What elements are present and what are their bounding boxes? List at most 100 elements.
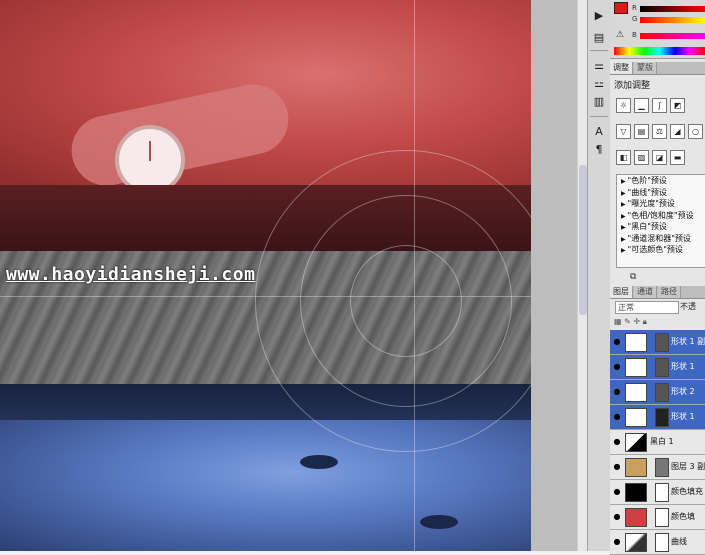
layer-row[interactable]: ● 颜色填充 bbox=[610, 480, 705, 505]
preset-item[interactable]: "曲线"预设 bbox=[617, 187, 705, 199]
layer-row[interactable]: ● 图层 3 副 bbox=[610, 455, 705, 480]
document-image[interactable]: www.haoyidiansheji.com bbox=[0, 0, 531, 551]
posterize-icon[interactable]: ▨ bbox=[634, 150, 649, 165]
blue-slider[interactable] bbox=[640, 33, 705, 39]
layer-row[interactable]: ● 形状 1 bbox=[610, 355, 705, 380]
adjustment-icons-row-3: ◧ ▨ ◪ ▬ bbox=[616, 150, 704, 166]
presets-footer-icon[interactable]: ⧉ bbox=[630, 272, 636, 282]
red-channel-label: R bbox=[632, 4, 637, 12]
preset-item[interactable]: "色阶"预设 bbox=[617, 175, 705, 187]
vector-mask-thumbnail bbox=[655, 383, 669, 402]
levels-icon[interactable]: ▁ bbox=[634, 98, 649, 113]
photo-filter-icon[interactable]: ○ bbox=[688, 124, 703, 139]
preset-item[interactable]: "曝光度"预设 bbox=[617, 198, 705, 210]
color-panel: R G ⚠ B bbox=[610, 0, 705, 59]
visibility-eye-icon[interactable]: ● bbox=[612, 512, 622, 522]
vector-mask-thumbnail bbox=[655, 333, 669, 352]
layer-name: 形状 1 bbox=[671, 362, 695, 371]
layer-name: 形状 1 副 bbox=[671, 337, 705, 346]
visibility-eye-icon[interactable]: ● bbox=[612, 537, 622, 547]
layer-name: 颜色填 bbox=[671, 512, 695, 521]
layer-mask-thumbnail bbox=[655, 508, 669, 527]
brush-presets-icon[interactable]: ⚌ bbox=[591, 58, 607, 74]
layer-thumbnail bbox=[625, 333, 647, 352]
black-white-icon[interactable]: ◢ bbox=[670, 124, 685, 139]
clone-source-icon[interactable]: ▥ bbox=[591, 94, 607, 110]
visibility-eye-icon[interactable]: ● bbox=[612, 337, 622, 347]
guide-line-vertical bbox=[414, 0, 415, 551]
green-slider[interactable] bbox=[640, 17, 705, 23]
layer-name: 黑白 1 bbox=[650, 437, 674, 446]
foreground-color-swatch[interactable] bbox=[614, 2, 628, 14]
tab-paths[interactable]: 路径 bbox=[658, 286, 681, 298]
threshold-icon[interactable]: ◪ bbox=[652, 150, 667, 165]
vibrance-icon[interactable]: ▽ bbox=[616, 124, 631, 139]
document-canvas-area[interactable]: www.haoyidiansheji.com bbox=[0, 0, 577, 551]
adjustment-presets-list: "色阶"预设 "曲线"预设 "曝光度"预设 "色相/饱和度"预设 "黑白"预设 … bbox=[616, 174, 705, 268]
paragraph-icon[interactable]: ¶ bbox=[591, 142, 607, 158]
preset-item[interactable]: "可选颜色"预设 bbox=[617, 244, 705, 256]
guide-line-horizontal bbox=[0, 296, 531, 297]
fill-layer-thumbnail bbox=[625, 508, 647, 527]
red-slider[interactable] bbox=[640, 6, 705, 12]
gamut-warning-icon[interactable]: ⚠ bbox=[616, 30, 624, 40]
vector-mask-thumbnail bbox=[655, 358, 669, 377]
invert-icon[interactable]: ◧ bbox=[616, 150, 631, 165]
adjustment-icons-row-2: ▽ ▤ ⚖ ◢ ○ bbox=[616, 124, 704, 140]
visibility-eye-icon[interactable]: ● bbox=[612, 362, 622, 372]
visibility-eye-icon[interactable]: ● bbox=[612, 487, 622, 497]
blend-mode-select[interactable]: 正常 bbox=[615, 301, 679, 314]
lock-image-icon[interactable]: ✎ bbox=[624, 317, 631, 326]
preset-item[interactable]: "色相/饱和度"预设 bbox=[617, 210, 705, 222]
visibility-eye-icon[interactable]: ● bbox=[612, 437, 622, 447]
layer-name: 形状 2 bbox=[671, 387, 695, 396]
right-panels: R G ⚠ B 调整 蒙版 添加调整 ☼ ▁ ∫ ◩ ▽ ▤ ⚖ ◢ ○ ◧ ▨… bbox=[610, 0, 705, 555]
hue-saturation-icon[interactable]: ▤ bbox=[634, 124, 649, 139]
layer-row[interactable]: ● 颜色填 bbox=[610, 505, 705, 530]
layer-row[interactable]: ● 形状 1 bbox=[610, 405, 705, 430]
exposure-icon[interactable]: ◩ bbox=[670, 98, 685, 113]
visibility-eye-icon[interactable]: ● bbox=[612, 387, 622, 397]
opacity-label[interactable]: 不透 bbox=[680, 301, 696, 312]
layer-thumbnail bbox=[625, 458, 647, 477]
visibility-eye-icon[interactable]: ● bbox=[612, 462, 622, 472]
adjustments-title: 添加调整 bbox=[614, 81, 651, 91]
left-eye-shape bbox=[300, 455, 338, 469]
brightness-contrast-icon[interactable]: ☼ bbox=[616, 98, 631, 113]
watermark-text: www.haoyidiansheji.com bbox=[6, 264, 256, 285]
watch-hand bbox=[149, 141, 151, 161]
lock-row: ▦ ✎ ✛ 🔒︎ bbox=[610, 316, 705, 328]
lock-all-icon[interactable]: 🔒︎ bbox=[643, 317, 647, 326]
tab-channels[interactable]: 通道 bbox=[634, 286, 657, 298]
layer-name: 曲线 bbox=[671, 537, 687, 546]
adjustments-tab-bar: 调整 蒙版 bbox=[610, 62, 705, 75]
navigator-icon[interactable]: ▶ bbox=[591, 8, 607, 24]
visibility-eye-icon[interactable]: ● bbox=[612, 412, 622, 422]
layer-row[interactable]: ● 黑白 1 bbox=[610, 430, 705, 455]
color-spectrum-bar[interactable] bbox=[614, 47, 705, 55]
lock-transparent-icon[interactable]: ▦ bbox=[614, 317, 622, 326]
preset-item[interactable]: "通道混和器"预设 bbox=[617, 233, 705, 245]
gradient-map-icon[interactable]: ▬ bbox=[670, 150, 685, 165]
layer-mask-thumbnail bbox=[655, 483, 669, 502]
layer-thumbnail bbox=[625, 383, 647, 402]
character-icon[interactable]: A bbox=[591, 124, 607, 140]
curves-icon[interactable]: ∫ bbox=[652, 98, 667, 113]
layer-mask-thumbnail bbox=[655, 458, 669, 477]
layer-row[interactable]: ● 形状 2 bbox=[610, 380, 705, 405]
tab-layers[interactable]: 图层 bbox=[610, 286, 633, 298]
color-balance-icon[interactable]: ⚖ bbox=[652, 124, 667, 139]
lock-position-icon[interactable]: ✛ bbox=[633, 317, 640, 326]
history-icon[interactable]: ▤ bbox=[591, 30, 607, 46]
layer-row[interactable]: ● 曲线 bbox=[610, 530, 705, 555]
panel-icon-strip: ▶ ▤ ⚌ ⚍ ▥ A ¶ bbox=[587, 0, 611, 551]
tool-presets-icon[interactable]: ⚍ bbox=[591, 76, 607, 92]
layers-list: ● 形状 1 副 ● 形状 1 ● 形状 2 ● 形状 1 ● 黑白 1 ● 图… bbox=[610, 330, 705, 555]
layer-row[interactable]: ● 形状 1 副 bbox=[610, 330, 705, 355]
preset-item[interactable]: "黑白"预设 bbox=[617, 221, 705, 233]
right-eye-shape bbox=[420, 515, 458, 529]
tab-masks[interactable]: 蒙版 bbox=[634, 62, 657, 74]
scrollbar-thumb[interactable] bbox=[579, 165, 587, 315]
tab-adjustments[interactable]: 调整 bbox=[610, 62, 633, 74]
layers-tab-bar: 图层 通道 路径 bbox=[610, 286, 705, 299]
